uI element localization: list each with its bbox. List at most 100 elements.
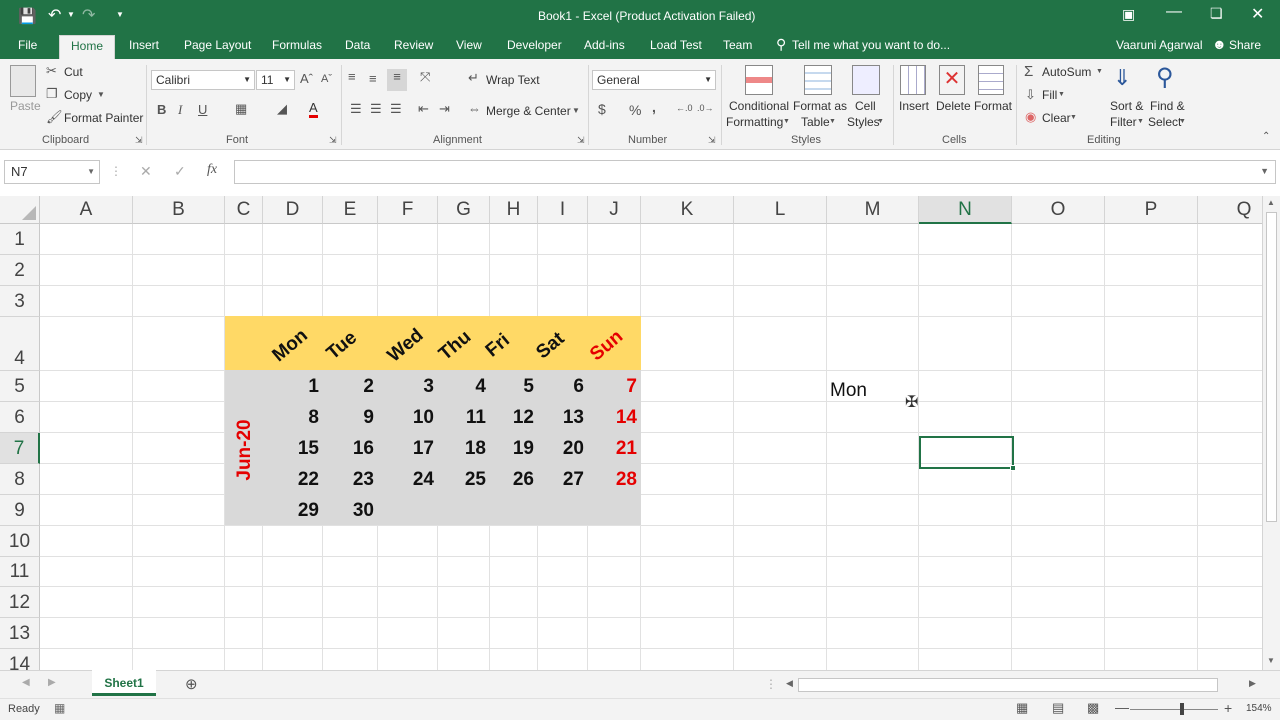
dialog-launcher-icon[interactable]: ⇲: [329, 135, 337, 146]
calendar-date-cell[interactable]: 22: [269, 469, 319, 491]
calendar-date-cell[interactable]: 6: [534, 376, 584, 398]
fill-button[interactable]: Fill: [1042, 88, 1057, 102]
column-header-h[interactable]: H: [490, 196, 538, 224]
format-painter-button[interactable]: Format Painter: [64, 111, 143, 125]
align-center-icon[interactable]: ☰: [370, 101, 382, 117]
column-header-c[interactable]: C: [225, 196, 263, 224]
borders-icon[interactable]: ▦: [235, 101, 247, 117]
share-button[interactable]: Share: [1229, 38, 1261, 52]
increase-decimal-icon[interactable]: ←.0: [676, 103, 693, 113]
calendar-month-label[interactable]: Jun-20: [234, 415, 256, 485]
calendar-date-cell[interactable]: 9: [324, 407, 374, 429]
calendar-date-cell[interactable]: 24: [384, 469, 434, 491]
calendar-date-cell[interactable]: 1: [269, 376, 319, 398]
zoom-level[interactable]: 154%: [1246, 703, 1272, 714]
column-header-o[interactable]: O: [1012, 196, 1105, 224]
tab-data[interactable]: Data: [345, 38, 370, 52]
prev-sheet-icon[interactable]: ◀: [22, 677, 30, 688]
font-size-select[interactable]: 11 ▼: [256, 70, 295, 90]
calendar-date-cell[interactable]: 5: [484, 376, 534, 398]
align-bottom-icon[interactable]: ≡: [387, 69, 407, 91]
minimize-icon[interactable]: —: [1166, 3, 1182, 21]
paste-icon[interactable]: [10, 65, 36, 97]
tab-formulas[interactable]: Formulas: [272, 38, 322, 52]
dialog-launcher-icon[interactable]: ⇲: [708, 135, 716, 146]
tab-file[interactable]: File: [18, 38, 37, 52]
macro-record-icon[interactable]: ▦: [54, 701, 65, 715]
expand-formula-icon[interactable]: ▼: [1260, 166, 1269, 176]
vertical-scroll-thumb[interactable]: [1266, 212, 1277, 522]
underline-icon[interactable]: U: [198, 102, 207, 117]
dialog-launcher-icon[interactable]: ⇲: [135, 135, 143, 146]
calendar-date-cell[interactable]: 8: [269, 407, 319, 429]
row-header-12[interactable]: 12: [0, 587, 40, 618]
row-header-9[interactable]: 9: [0, 495, 40, 526]
bold-icon[interactable]: B: [157, 102, 166, 117]
calendar-date-cell[interactable]: 19: [484, 438, 534, 460]
close-icon[interactable]: ✕: [1251, 4, 1264, 24]
insert-function-icon[interactable]: fx: [207, 162, 217, 178]
calendar-date-cell[interactable]: 17: [384, 438, 434, 460]
row-header-2[interactable]: 2: [0, 255, 40, 286]
scroll-up-icon[interactable]: ▲: [1267, 198, 1275, 207]
column-header-j[interactable]: J: [588, 196, 641, 224]
tab-add-ins[interactable]: Add-ins: [584, 38, 625, 52]
copy-button[interactable]: Copy: [64, 88, 92, 102]
chevron-down-icon[interactable]: ▼: [1070, 114, 1077, 121]
vertical-scrollbar[interactable]: ▲ ▼: [1262, 196, 1280, 670]
tab-view[interactable]: View: [456, 38, 482, 52]
fill-color-icon[interactable]: ◢: [277, 101, 287, 117]
chevron-down-icon[interactable]: ▼: [1058, 91, 1065, 98]
column-header-m[interactable]: M: [827, 196, 919, 224]
column-header-i[interactable]: I: [538, 196, 588, 224]
calendar-date-cell[interactable]: 12: [484, 407, 534, 429]
insert-cells-button[interactable]: Insert: [899, 99, 929, 113]
scroll-left-icon[interactable]: ◀: [786, 678, 793, 689]
align-middle-icon[interactable]: ≡: [369, 71, 377, 86]
scroll-down-icon[interactable]: ▼: [1267, 656, 1275, 665]
new-sheet-icon[interactable]: ⊕: [185, 675, 198, 693]
formula-input[interactable]: ▼: [234, 160, 1276, 184]
tab-team[interactable]: Team: [723, 38, 752, 52]
row-header-14[interactable]: 14: [0, 649, 40, 670]
calendar-date-cell[interactable]: 28: [587, 469, 637, 491]
autosum-button[interactable]: AutoSum: [1042, 65, 1091, 79]
calendar-date-cell[interactable]: 29: [269, 500, 319, 522]
select-all-corner[interactable]: [0, 196, 40, 224]
column-header-g[interactable]: G: [438, 196, 490, 224]
save-icon[interactable]: 💾: [18, 7, 37, 25]
customize-toolbar-icon[interactable]: ▼: [116, 10, 124, 19]
calendar-date-cell[interactable]: 3: [384, 376, 434, 398]
align-left-icon[interactable]: ☰: [350, 101, 362, 117]
row-header-3[interactable]: 3: [0, 286, 40, 317]
calendar-date-cell[interactable]: 30: [324, 500, 374, 522]
find-select-button[interactable]: Find &: [1150, 99, 1185, 113]
conditional-formatting-button[interactable]: Conditional: [729, 99, 789, 113]
calendar-date-cell[interactable]: 21: [587, 438, 637, 460]
tab-developer[interactable]: Developer: [507, 38, 562, 52]
decrease-indent-icon[interactable]: ⇤: [418, 101, 429, 117]
restore-icon[interactable]: ❏: [1210, 5, 1223, 22]
active-cell-n7[interactable]: [919, 436, 1016, 471]
column-header-k[interactable]: K: [641, 196, 734, 224]
increase-font-icon[interactable]: Aˆ: [300, 71, 313, 86]
tab-load-test[interactable]: Load Test: [650, 38, 702, 52]
dialog-launcher-icon[interactable]: ⇲: [577, 135, 585, 146]
chevron-down-icon[interactable]: ▼: [572, 106, 580, 115]
cut-button[interactable]: Cut: [64, 65, 83, 79]
increase-indent-icon[interactable]: ⇥: [439, 101, 450, 117]
ribbon-display-icon[interactable]: ▣: [1122, 6, 1135, 23]
row-header-4[interactable]: 4: [0, 317, 40, 371]
tab-insert[interactable]: Insert: [129, 38, 159, 52]
sort-filter-button-line2[interactable]: Filter: [1110, 115, 1137, 129]
column-header-e[interactable]: E: [323, 196, 378, 224]
decrease-decimal-icon[interactable]: .0→: [697, 103, 714, 113]
calendar-date-cell[interactable]: 18: [436, 438, 486, 460]
font-color-icon[interactable]: A: [309, 101, 318, 118]
tab-home[interactable]: Home: [59, 35, 116, 59]
column-header-f[interactable]: F: [378, 196, 438, 224]
calendar-date-cell[interactable]: 15: [269, 438, 319, 460]
calendar-date-cell[interactable]: 11: [436, 407, 486, 429]
redo-icon[interactable]: ↷: [82, 5, 95, 25]
calendar-date-cell[interactable]: 20: [534, 438, 584, 460]
